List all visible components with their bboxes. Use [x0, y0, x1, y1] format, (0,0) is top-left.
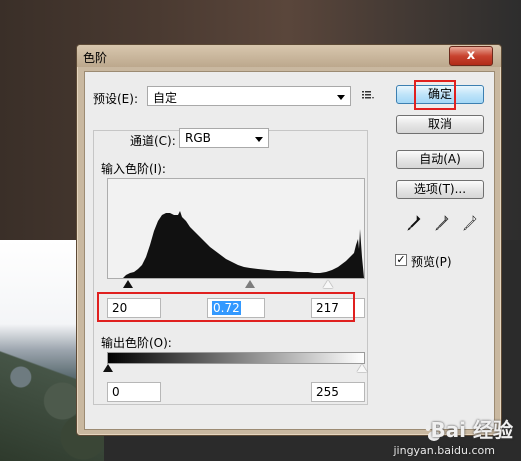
histogram	[107, 178, 365, 279]
preview-checkbox[interactable]: ✓	[395, 254, 407, 266]
chevron-down-icon	[255, 137, 263, 142]
output-black-field[interactable]: 0	[107, 382, 161, 402]
preset-value: 自定	[153, 91, 178, 105]
channel-select[interactable]: RGB	[179, 128, 269, 148]
options-button[interactable]: 选项(T)...	[396, 180, 484, 199]
channel-label: 通道(C):	[127, 132, 179, 149]
preset-select[interactable]: 自定	[147, 86, 351, 106]
input-gray-slider[interactable]	[245, 280, 255, 288]
channel-value: RGB	[185, 131, 211, 145]
watermark-text: Bai 经验	[430, 418, 513, 442]
gray-eyedropper-icon[interactable]	[435, 215, 449, 231]
output-white-slider[interactable]	[357, 364, 367, 372]
auto-button[interactable]: 自动(A)	[396, 150, 484, 169]
ok-button-highlight	[414, 80, 456, 110]
white-eyedropper-icon[interactable]	[463, 215, 477, 231]
output-black-slider[interactable]	[103, 364, 113, 372]
histogram-graph	[108, 211, 364, 278]
black-eyedropper-icon[interactable]	[407, 215, 421, 231]
output-levels-label: 输出色阶(O):	[101, 336, 172, 350]
list-menu-icon[interactable]	[361, 88, 375, 105]
output-gradient-bar	[107, 352, 365, 364]
input-fields-highlight	[97, 292, 355, 322]
dialog-client: 预设(E): 自定 通道(C): RGB 输入色阶(I): 20 0.72 21…	[84, 71, 495, 430]
cancel-button[interactable]: 取消	[396, 115, 484, 134]
input-black-slider[interactable]	[123, 280, 133, 288]
dialog-titlebar[interactable]: 色阶 x	[77, 45, 501, 67]
preview-label: 预览(P)	[411, 255, 452, 269]
dialog-title: 色阶	[83, 51, 108, 65]
input-white-slider[interactable]	[323, 280, 333, 288]
output-white-field[interactable]: 255	[311, 382, 365, 402]
levels-dialog: 色阶 x 预设(E): 自定 通道(C): RGB 输入色阶(I): 20 0.…	[76, 44, 502, 436]
input-levels-label: 输入色阶(I):	[101, 162, 166, 176]
preset-label: 预设(E):	[93, 92, 138, 106]
chevron-down-icon	[337, 95, 345, 100]
watermark-url: jingyan.baidu.com	[393, 444, 495, 457]
close-button[interactable]: x	[449, 46, 493, 66]
